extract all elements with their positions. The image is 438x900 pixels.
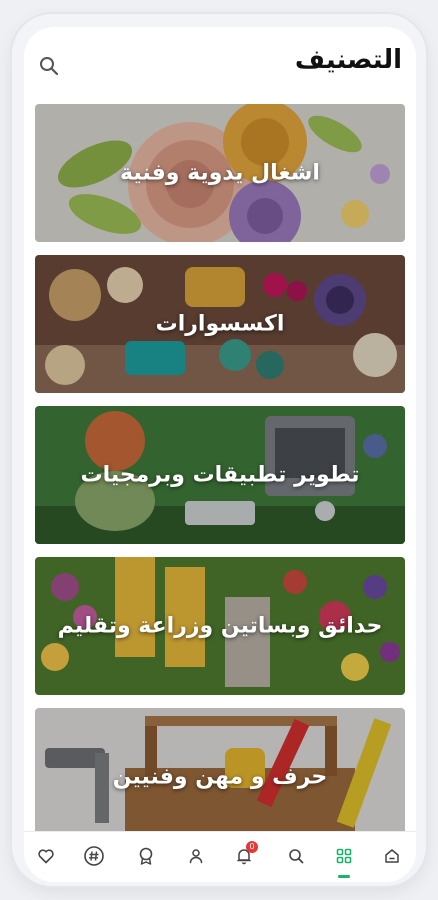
category-label: حدائق وبساتين وزراعة وتقليم	[57, 613, 383, 639]
header: التصنيف	[24, 27, 416, 101]
category-label: حرف و مهن وفنيين	[112, 764, 328, 790]
tab-favorites[interactable]	[24, 832, 68, 880]
category-card-gardening[interactable]: حدائق وبساتين وزراعة وتقليم	[35, 557, 405, 695]
grid-icon	[336, 848, 352, 864]
tab-awards[interactable]	[124, 832, 168, 880]
category-card-accessories[interactable]: اكسسوارات	[35, 255, 405, 393]
tab-notifications[interactable]: 0	[222, 832, 266, 880]
category-label: تطوير تطبيقات وبرمجيات	[80, 462, 360, 488]
search-button[interactable]	[36, 53, 62, 79]
badge-icon	[139, 847, 153, 865]
person-icon	[189, 849, 203, 864]
category-label: اشغال يدوية وفنية	[120, 160, 320, 186]
notification-badge: 0	[246, 841, 258, 853]
tab-hashtag[interactable]	[72, 832, 116, 880]
page-title: التصنيف	[294, 45, 402, 75]
active-tab-indicator	[338, 875, 350, 878]
tab-search[interactable]	[274, 832, 318, 880]
tab-categories[interactable]	[322, 832, 366, 880]
search-icon	[40, 57, 59, 76]
category-card-crafts[interactable]: اشغال يدوية وفنية	[35, 104, 405, 242]
search-icon	[289, 849, 304, 864]
tab-home[interactable]	[370, 832, 414, 880]
category-card-trades[interactable]: حرف و مهن وفنيين	[35, 708, 405, 846]
heart-icon	[38, 849, 54, 864]
category-card-app-development[interactable]: تطوير تطبيقات وبرمجيات	[35, 406, 405, 544]
tab-profile[interactable]	[174, 832, 218, 880]
hashtag-icon	[84, 846, 104, 866]
bottom-tab-bar: 0	[24, 831, 416, 882]
app-screen: التصنيف اشغال يدوية وفنية اكسسوارات تطوي…	[24, 27, 416, 882]
home-icon	[385, 849, 399, 863]
category-label: اكسسوارات	[155, 311, 285, 337]
